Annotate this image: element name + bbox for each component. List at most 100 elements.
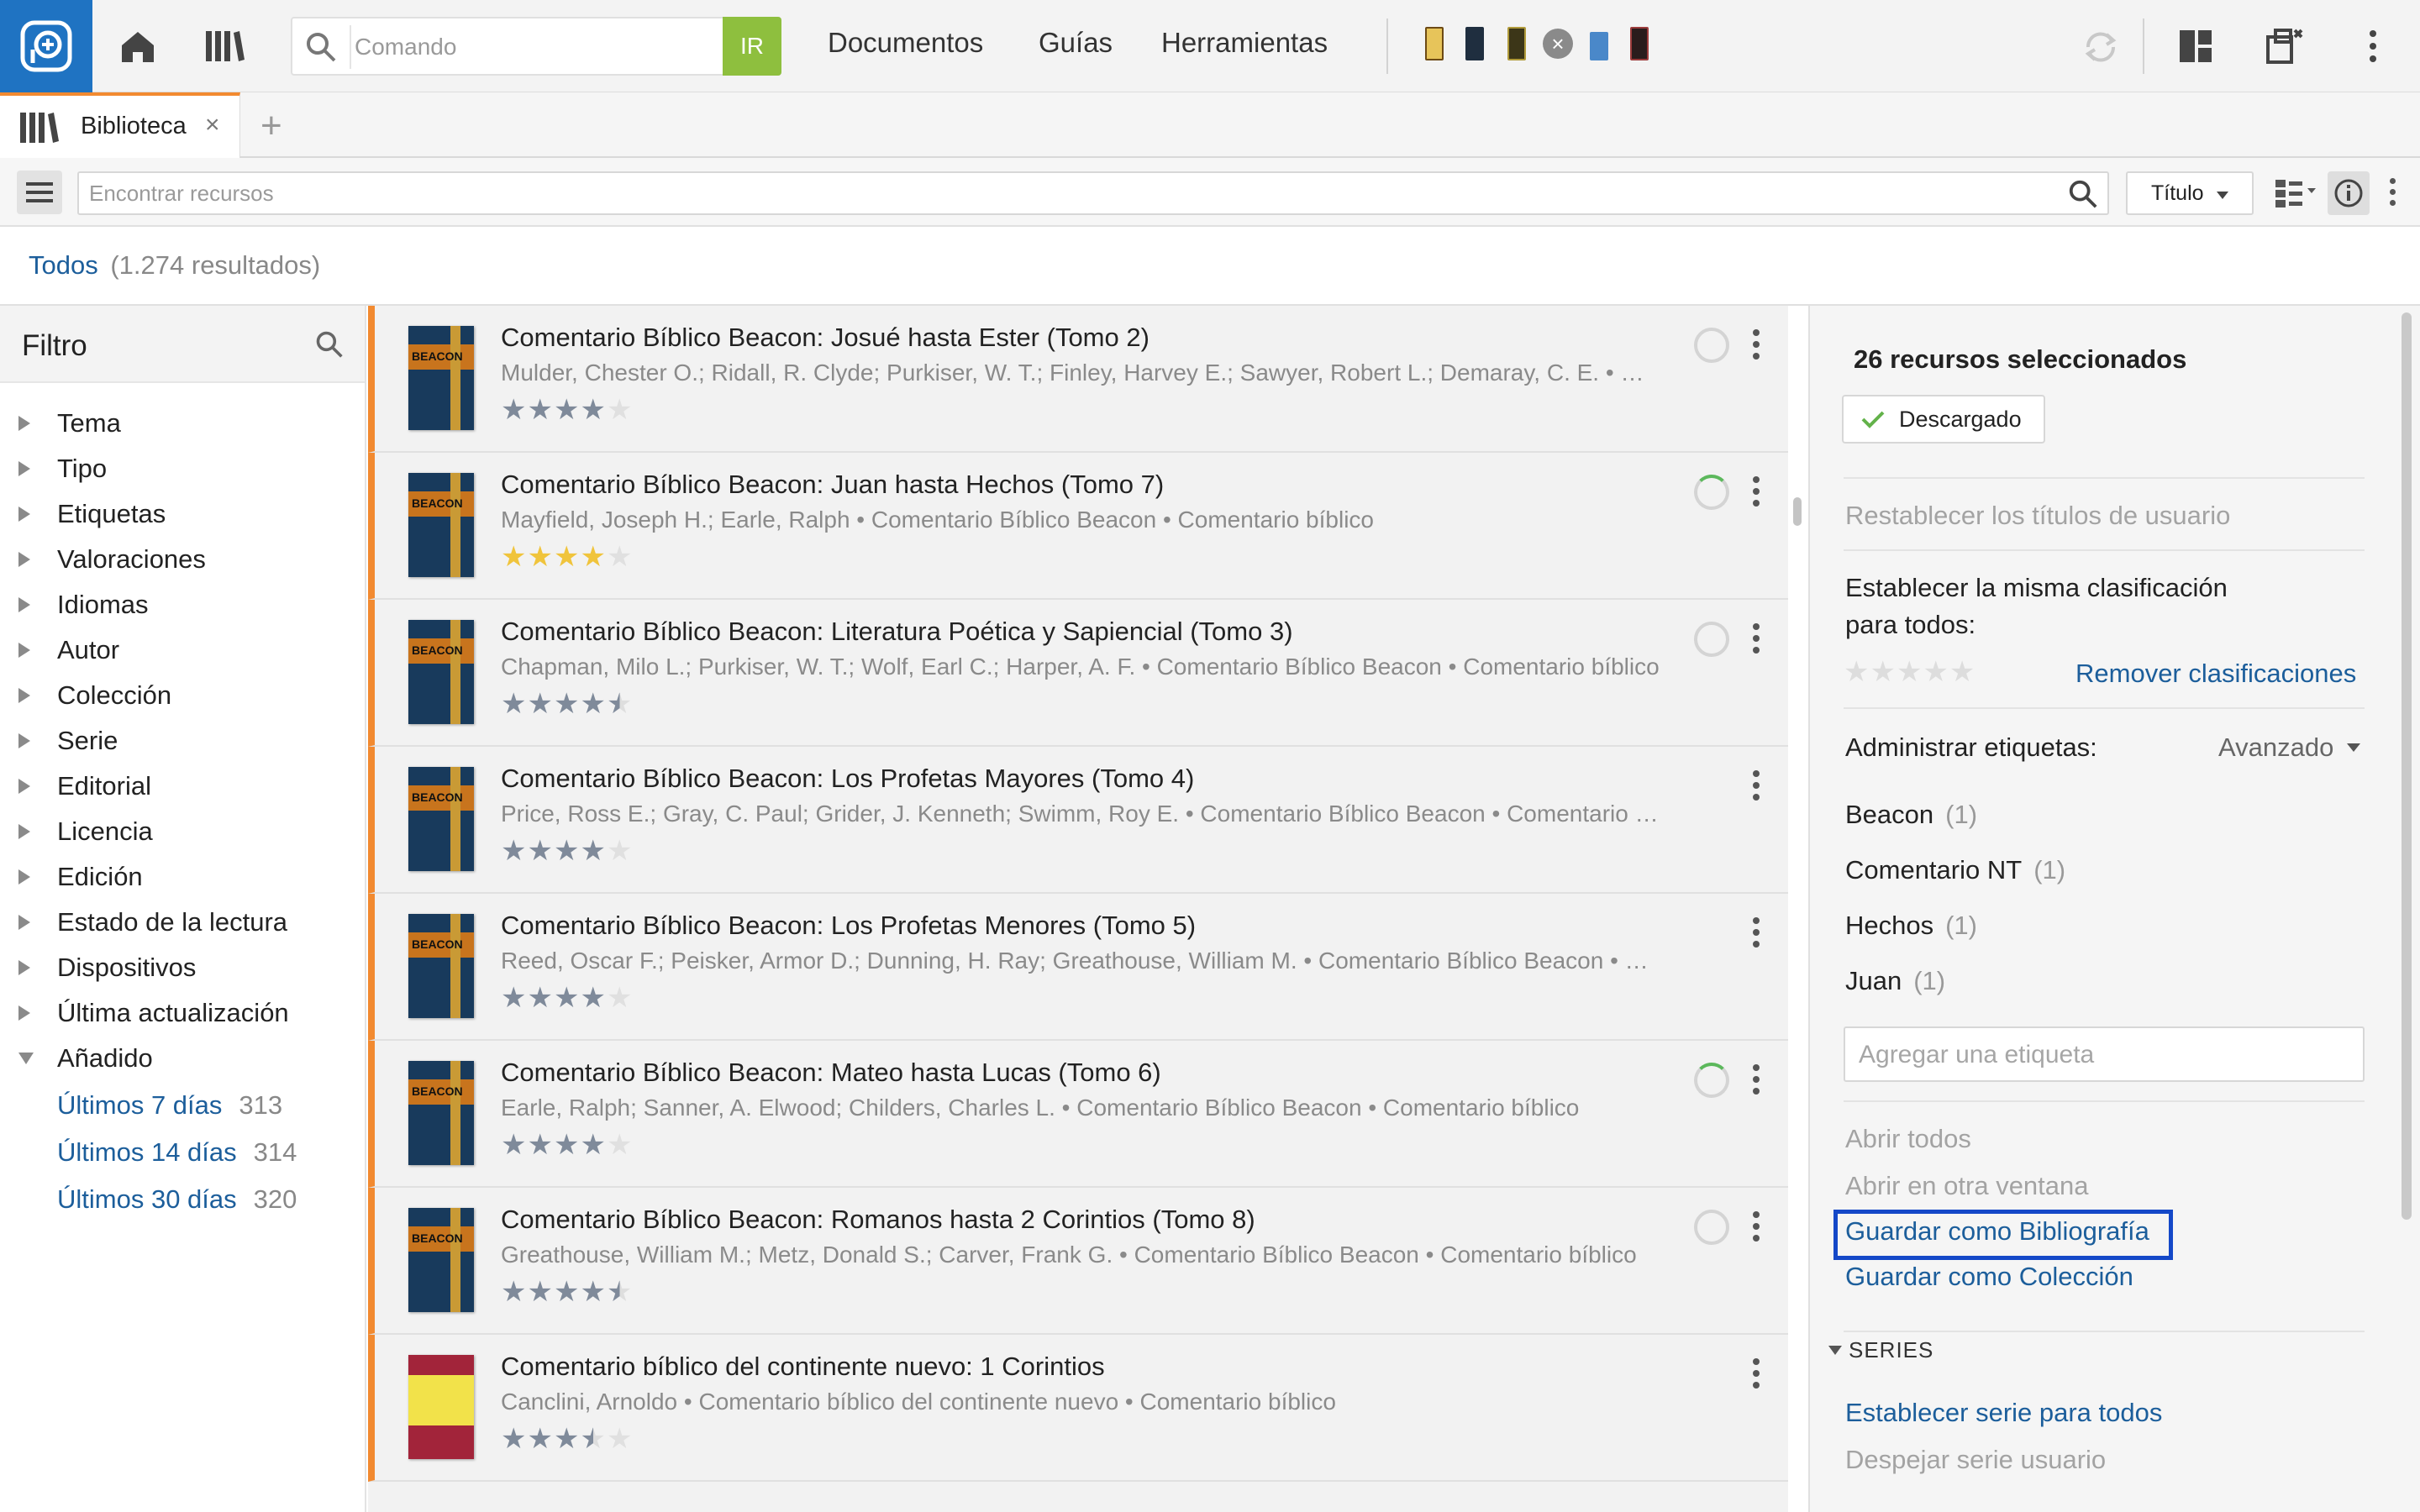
advanced-dropdown[interactable]: Avanzado [2218, 732, 2361, 763]
list-scrollbar[interactable] [1793, 497, 1802, 526]
search-icon[interactable] [2067, 178, 2099, 210]
filter-item[interactable]: Estado de la lectura [18, 907, 287, 937]
scope-all-link[interactable]: Todos [29, 250, 98, 280]
sort-select[interactable]: Título [2126, 171, 2254, 215]
kebab-icon[interactable] [1753, 1211, 1761, 1245]
kebab-icon[interactable] [2370, 30, 2378, 64]
resource-title[interactable]: Comentario Bíblico Beacon: Juan hasta He… [501, 470, 1164, 500]
close-circle-icon[interactable]: × [1543, 29, 1573, 59]
rating-stars[interactable]: ★★★★★ [501, 834, 633, 868]
command-input[interactable] [353, 27, 706, 67]
hamburger-icon[interactable] [17, 171, 62, 214]
resource-row[interactable]: BEACON Comentario Bíblico Beacon: Los Pro… [368, 747, 1788, 894]
filter-item[interactable]: Tema [18, 408, 121, 438]
nav-documents[interactable]: Documentos [828, 27, 983, 59]
open-other-window-link[interactable]: Abrir en otra ventana [1845, 1171, 2089, 1201]
filter-subitem[interactable]: Últimos 14 días 314 [57, 1137, 297, 1168]
save-as-bibliography-link[interactable]: Guardar como Bibliografía [1845, 1216, 2149, 1247]
recent-resource-thumb[interactable] [1630, 27, 1649, 60]
clear-series-link[interactable]: Despejar serie usuario [1845, 1445, 2106, 1475]
panel-scrollbar[interactable] [2402, 312, 2412, 1220]
recent-resource-thumb[interactable] [1465, 27, 1484, 60]
remove-ratings-link[interactable]: Remover clasificaciones [2075, 659, 2356, 689]
info-icon[interactable] [2328, 171, 2370, 215]
kebab-icon[interactable] [1753, 917, 1761, 951]
tag-item[interactable]: Hechos (1) [1845, 911, 1977, 941]
rating-stars[interactable]: ★★★★★ [501, 687, 633, 721]
filter-item[interactable]: Colección [18, 680, 171, 711]
kebab-icon[interactable] [1753, 476, 1761, 510]
tag-item[interactable]: Juan (1) [1845, 966, 1945, 996]
rating-stars[interactable]: ★★★★★ [501, 540, 633, 574]
kebab-icon[interactable] [1753, 1064, 1761, 1098]
filter-item[interactable]: Autor [18, 635, 119, 665]
rating-stars-input[interactable]: ★★★★★ [1844, 655, 1975, 689]
filter-item[interactable]: Última actualización [18, 998, 289, 1028]
downloaded-button[interactable]: Descargado [1842, 395, 2045, 444]
resource-row[interactable]: BEACON Comentario Bíblico Beacon: Juan ha… [368, 453, 1788, 600]
find-resources-input[interactable] [87, 178, 2020, 208]
kebab-icon[interactable] [2390, 178, 2396, 210]
rating-stars[interactable]: ★★★★★ [501, 393, 633, 427]
filter-subitem[interactable]: Últimos 7 días 313 [57, 1090, 282, 1121]
rating-stars[interactable]: ★★★★★ [501, 1128, 633, 1162]
tab-library[interactable]: Biblioteca × [0, 92, 240, 158]
rating-stars[interactable]: ★★★★★ [501, 1275, 633, 1309]
kebab-icon[interactable] [1753, 329, 1761, 363]
save-as-collection-link[interactable]: Guardar como Colección [1845, 1262, 2133, 1292]
filter-item[interactable]: Idiomas [18, 590, 149, 620]
sync-icon[interactable] [2079, 25, 2123, 69]
resource-row[interactable]: BEACON Comentario Bíblico Beacon: Los Pro… [368, 894, 1788, 1041]
nav-tools[interactable]: Herramientas [1161, 27, 1328, 59]
layout-icon[interactable] [2176, 27, 2215, 66]
resource-row[interactable]: Comentario bíblico del continente nuevo:… [368, 1335, 1788, 1482]
resource-title[interactable]: Comentario Bíblico Beacon: Mateo hasta L… [501, 1058, 1161, 1088]
tag-item[interactable]: Beacon (1) [1845, 800, 1977, 830]
view-mode-icon[interactable] [2274, 176, 2323, 210]
library-icon[interactable] [202, 25, 249, 67]
filter-item[interactable]: Licencia [18, 816, 153, 847]
resource-row[interactable]: BEACON Comentario Bíblico Beacon: Josué h… [368, 306, 1788, 453]
resource-row[interactable]: BEACON Comentario Bíblico Beacon: Romanos… [368, 1188, 1788, 1335]
kebab-icon[interactable] [1753, 623, 1761, 657]
filter-item-added[interactable]: Añadido [18, 1043, 153, 1074]
go-button[interactable]: IR [723, 17, 781, 76]
resource-title[interactable]: Comentario Bíblico Beacon: Josué hasta E… [501, 323, 1150, 353]
search-icon[interactable] [314, 329, 345, 360]
close-icon[interactable]: × [205, 111, 220, 139]
resource-title[interactable]: Comentario Bíblico Beacon: Literatura Po… [501, 617, 1293, 647]
open-all-link[interactable]: Abrir todos [1845, 1124, 1971, 1154]
nav-guides[interactable]: Guías [1039, 27, 1113, 59]
filter-item[interactable]: Tipo [18, 454, 107, 484]
filter-item[interactable]: Editorial [18, 771, 151, 801]
rating-stars[interactable]: ★★★★★ [501, 1422, 633, 1456]
rating-stars[interactable]: ★★★★★ [501, 981, 633, 1015]
reset-user-titles[interactable]: Restablecer los títulos de usuario [1845, 501, 2230, 531]
filter-item[interactable]: Etiquetas [18, 499, 166, 529]
recent-resource-thumb[interactable] [1590, 32, 1608, 60]
resource-title[interactable]: Comentario bíblico del continente nuevo:… [501, 1352, 1105, 1382]
filter-subitem[interactable]: Últimos 30 días 320 [57, 1184, 297, 1215]
resource-meta: Mayfield, Joseph H.; Earle, Ralph • Come… [501, 507, 1374, 533]
filter-item[interactable]: Edición [18, 862, 143, 892]
add-tag-input[interactable] [1857, 1038, 2344, 1072]
logos-app-icon[interactable] [0, 0, 92, 92]
filter-item[interactable]: Valoraciones [18, 544, 206, 575]
filter-item[interactable]: Serie [18, 726, 118, 756]
popout-icon[interactable] [2264, 25, 2306, 67]
resource-title[interactable]: Comentario Bíblico Beacon: Los Profetas … [501, 764, 1194, 794]
home-icon[interactable] [114, 25, 161, 67]
recent-resource-thumb[interactable] [1507, 27, 1526, 60]
recent-resource-thumb[interactable] [1425, 27, 1444, 60]
tag-item[interactable]: Comentario NT (1) [1845, 855, 2065, 885]
resource-title[interactable]: Comentario Bíblico Beacon: Romanos hasta… [501, 1205, 1255, 1235]
set-series-link[interactable]: Establecer serie para todos [1845, 1398, 2162, 1428]
resource-row[interactable]: BEACON Comentario Bíblico Beacon: Literat… [368, 600, 1788, 747]
add-tab-button[interactable]: + [260, 105, 282, 147]
kebab-icon[interactable] [1753, 770, 1761, 804]
filter-item[interactable]: Dispositivos [18, 953, 196, 983]
kebab-icon[interactable] [1753, 1358, 1761, 1392]
resource-row[interactable]: BEACON Comentario Bíblico Beacon: Mateo h… [368, 1041, 1788, 1188]
resource-title[interactable]: Comentario Bíblico Beacon: Los Profetas … [501, 911, 1196, 941]
series-section-header[interactable]: SERIES [1828, 1337, 1933, 1363]
